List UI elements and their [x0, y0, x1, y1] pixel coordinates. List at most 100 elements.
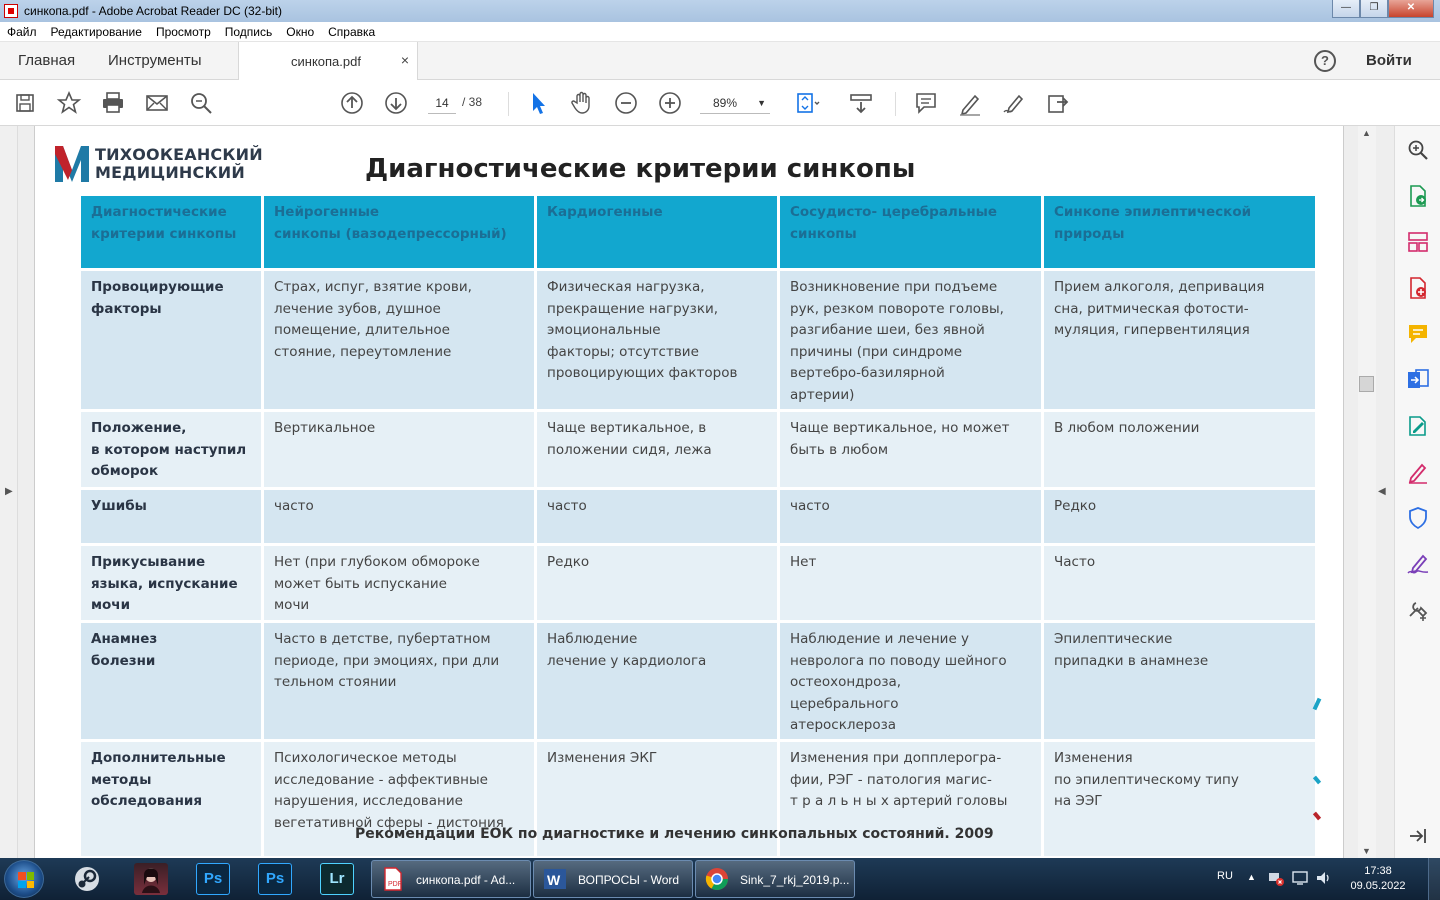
cell-text: Провоцирующие факторы: [91, 279, 224, 317]
zoom-select[interactable]: 89% ▼: [700, 92, 770, 114]
page-number-input[interactable]: 14: [428, 92, 456, 114]
star-icon[interactable]: [56, 90, 82, 116]
tab-tools[interactable]: Инструменты: [108, 52, 202, 69]
edit-pdf-icon[interactable]: [1406, 414, 1430, 438]
table-cell: Прием алкоголя, депривация сна, ритмичес…: [1044, 271, 1315, 409]
table-row-label: Прикусывание языка, испускание мочи: [81, 546, 261, 620]
tray-expand-icon[interactable]: ▲: [1247, 872, 1256, 882]
photoshop-alt-pinned-icon[interactable]: Ps: [258, 863, 292, 895]
more-tools-icon[interactable]: [1406, 598, 1430, 622]
page-down-icon[interactable]: [383, 90, 409, 116]
cell-text: часто: [547, 498, 587, 514]
fill-sign-icon[interactable]: [1406, 460, 1430, 484]
cell-text: Анамнез болезни: [91, 631, 158, 669]
fit-page-icon[interactable]: [794, 90, 820, 116]
system-clock[interactable]: 17:38 09.05.2022: [1345, 864, 1411, 894]
scroll-down-icon[interactable]: ▼: [1362, 846, 1371, 856]
clock-time: 17:38: [1364, 865, 1392, 877]
table-cell: Вертикальное: [264, 412, 534, 487]
volume-icon[interactable]: [1316, 870, 1332, 889]
logo-line-2: МЕДИЦИНСКИЙ: [95, 163, 245, 182]
start-button[interactable]: [4, 860, 44, 898]
table-cell: Нет: [780, 546, 1041, 620]
title-bar: синкопа.pdf - Adobe Acrobat Reader DC (3…: [0, 0, 1440, 22]
tab-document[interactable]: синкопа.pdf ×: [238, 42, 418, 80]
table-cell: часто: [264, 490, 534, 543]
comment-icon[interactable]: [913, 90, 939, 116]
cell-text: Прикусывание языка, испускание мочи: [91, 554, 238, 613]
menu-window[interactable]: Окно: [286, 25, 314, 39]
menu-edit[interactable]: Редактирование: [51, 25, 142, 39]
hand-icon[interactable]: [569, 90, 595, 116]
search-zoom-icon[interactable]: [188, 90, 214, 116]
display-icon[interactable]: [1292, 870, 1308, 889]
minimize-button[interactable]: —: [1332, 0, 1360, 18]
steam-icon[interactable]: [70, 863, 104, 895]
header-text: Нейрогенные синкопы (вазодепрессорный): [274, 204, 507, 242]
table-row-label: Дополнительные методы обследования: [81, 742, 261, 856]
close-tab-icon[interactable]: ×: [401, 52, 409, 68]
sign-icon[interactable]: [1406, 552, 1430, 576]
table-row-label: Положение, в котором наступил обморок: [81, 412, 261, 487]
organize-pages-icon[interactable]: [1406, 230, 1430, 254]
language-indicator[interactable]: RU: [1217, 870, 1233, 882]
highlight-pen-icon[interactable]: [957, 90, 983, 116]
vertical-scrollbar[interactable]: ▲ ▼: [1358, 126, 1376, 858]
menu-file[interactable]: Файл: [7, 25, 37, 39]
protect-icon[interactable]: [1406, 506, 1430, 530]
scroll-mode-icon[interactable]: [848, 90, 874, 116]
photoshop-pinned-icon[interactable]: Ps: [196, 863, 230, 895]
zoom-value: 89%: [713, 96, 738, 110]
export-pdf-icon[interactable]: [1406, 184, 1430, 208]
taskbar-item-word[interactable]: W ВОПРОСЫ - Word: [533, 860, 693, 898]
cell-text: Изменения ЭКГ: [547, 750, 658, 766]
collapse-right-panel-icon[interactable]: ◀: [1378, 486, 1386, 497]
table-header-cell: Нейрогенные синкопы (вазодепрессорный): [264, 196, 534, 268]
save-icon[interactable]: [12, 90, 38, 116]
game-app-icon[interactable]: [134, 863, 168, 895]
scroll-up-icon[interactable]: ▲: [1362, 128, 1371, 138]
print-icon[interactable]: [100, 90, 126, 116]
scroll-thumb[interactable]: [1359, 376, 1374, 392]
menu-sign[interactable]: Подпись: [225, 25, 273, 39]
table-cell: часто: [780, 490, 1041, 543]
select-arrow-icon[interactable]: [525, 90, 551, 116]
close-window-button[interactable]: ✕: [1388, 0, 1434, 18]
show-desktop-button[interactable]: [1428, 858, 1440, 900]
page-up-icon[interactable]: [339, 90, 365, 116]
maximize-button[interactable]: ❐: [1360, 0, 1388, 18]
table-header-cell: Синкопе эпилептической природы: [1044, 196, 1315, 268]
zoom-out-icon[interactable]: [613, 90, 639, 116]
help-icon[interactable]: ?: [1314, 50, 1336, 72]
menu-help[interactable]: Справка: [328, 25, 375, 39]
page-total: / 38: [462, 95, 483, 109]
mail-icon[interactable]: [144, 90, 170, 116]
cell-text: Наблюдение и лечение у невролога по пово…: [790, 631, 1007, 733]
zoom-search-icon[interactable]: [1406, 138, 1430, 162]
header-text: Сосудисто- церебральные синкопы: [790, 204, 998, 242]
expand-panel-icon[interactable]: [1406, 824, 1430, 848]
network-error-icon[interactable]: [1268, 870, 1284, 889]
table-cell: В любом положении: [1044, 412, 1315, 487]
menu-bar: Файл Редактирование Просмотр Подпись Окн…: [0, 22, 1440, 42]
taskbar-item-chrome[interactable]: Sink_7_rkj_2019.p...: [695, 860, 855, 898]
slide-title: Диагностические критерии синкопы: [365, 154, 916, 184]
combine-files-icon[interactable]: [1406, 368, 1430, 392]
zoom-in-icon[interactable]: [657, 90, 683, 116]
pdf-page: ТИХООКЕАНСКИЙ МЕДИЦИНСКИЙ Диагностически…: [34, 126, 1344, 858]
menu-view[interactable]: Просмотр: [156, 25, 211, 39]
taskbar-item-acrobat[interactable]: PDF синкопа.pdf - Ad...: [371, 860, 531, 898]
signin-button[interactable]: Войти: [1366, 52, 1412, 69]
cell-text: В любом положении: [1054, 420, 1200, 436]
cell-text: Эпилептические припадки в анамнезе: [1054, 631, 1209, 669]
share-icon[interactable]: [1045, 90, 1071, 116]
left-panel-toggle[interactable]: ▶: [0, 126, 18, 858]
tab-home[interactable]: Главная: [18, 52, 75, 69]
draw-sign-icon[interactable]: [1001, 90, 1027, 116]
table-header-cell: Сосудисто- церебральные синкопы: [780, 196, 1041, 268]
comment-tool-icon[interactable]: [1406, 322, 1430, 346]
table-cell: Нет (при глубоком обмороке может быть ис…: [264, 546, 534, 620]
create-pdf-icon[interactable]: [1406, 276, 1430, 300]
document-viewport[interactable]: ▶ ТИХООКЕАНСКИЙ МЕДИЦИНСКИЙ Диагностичес…: [0, 126, 1394, 858]
lightroom-pinned-icon[interactable]: Lr: [320, 863, 354, 895]
